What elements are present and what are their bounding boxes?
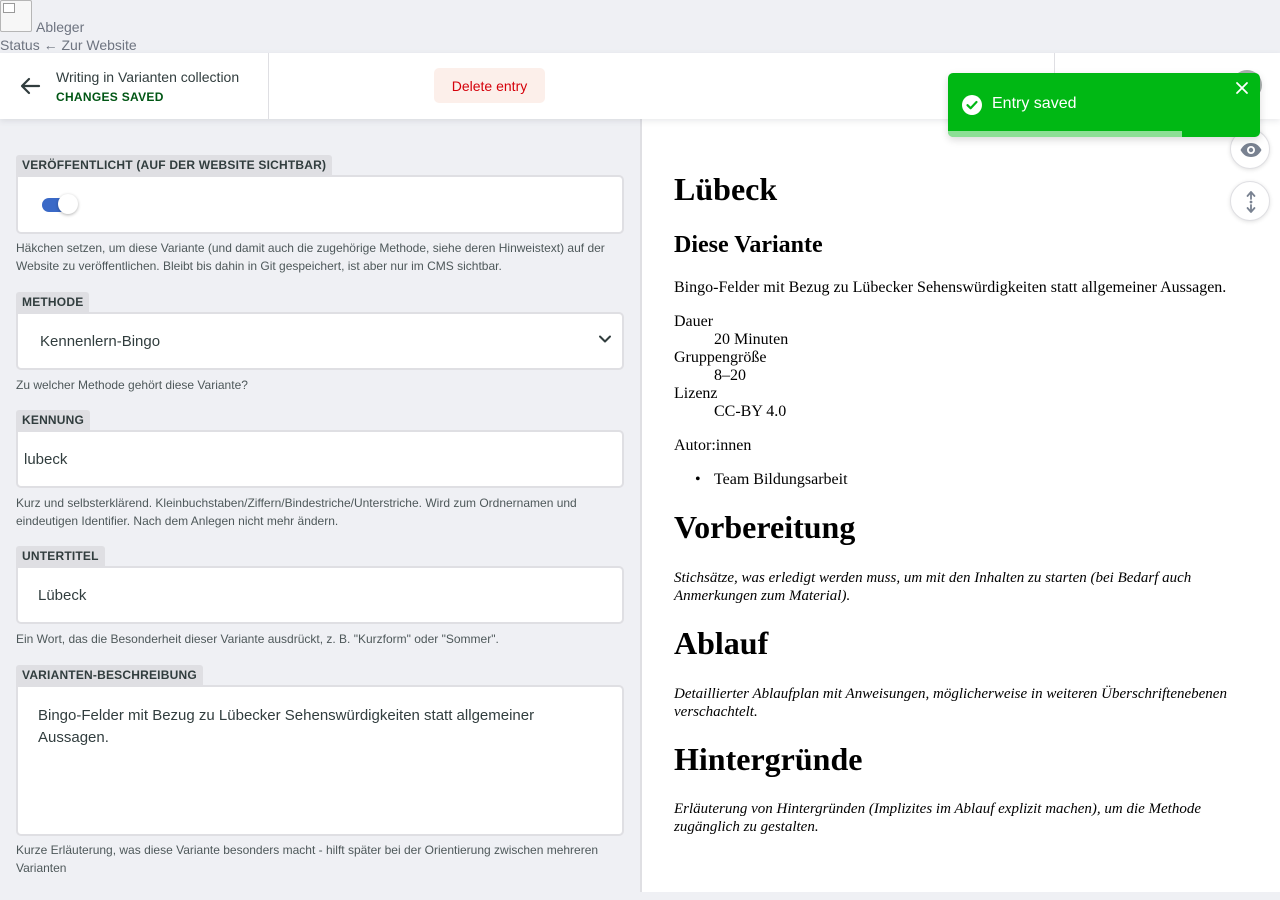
id-label: KENNUNG <box>16 410 91 430</box>
section-heading: Hintergründe <box>674 741 863 777</box>
meta-value: CC-BY 4.0 <box>714 403 787 420</box>
editor-pane: VERÖFFENTLICHT (AUF DER WEBSITE SICHTBAR… <box>0 119 640 892</box>
back-to-site-link[interactable]: ← Zur Website <box>44 37 137 53</box>
meta-term: Lizenz <box>674 385 718 402</box>
method-value: Kennenlern-Bingo <box>40 333 161 350</box>
published-hint: Häkchen setzen, um diese Variante (und d… <box>16 241 605 273</box>
chevron-down-icon <box>599 335 611 343</box>
status-line: Status ← Zur Website <box>0 37 137 53</box>
subtitle-label: UNTERTITEL <box>16 546 105 566</box>
method-label: METHODE <box>16 292 90 312</box>
preview-variant-text: Bingo-Felder mit Bezug zu Lübecker Sehen… <box>674 279 1227 296</box>
back-arrow-icon <box>20 77 41 95</box>
toast-notification: Entry saved <box>948 73 1260 137</box>
list-bullet: • <box>695 471 701 488</box>
id-input[interactable]: lubeck <box>16 430 624 488</box>
check-circle-icon <box>962 95 982 115</box>
section-text: Stichsätze, was erledigt werden muss, um… <box>674 570 1192 604</box>
authors-label: Autor:innen <box>674 437 752 454</box>
subtitle-hint: Ein Wort, das die Besonderheit dieser Va… <box>16 632 499 646</box>
preview-pane: Lübeck Diese Variante Bingo-Felder mit B… <box>642 119 1280 892</box>
delete-entry-button[interactable]: Delete entry <box>434 68 545 103</box>
meta-value: 8–20 <box>714 367 746 384</box>
sync-scroll-button[interactable] <box>1230 181 1270 221</box>
subtitle-input[interactable]: Lübeck <box>16 566 624 624</box>
collection-title: Writing in Varianten collection <box>56 69 240 85</box>
published-label: VERÖFFENTLICHT (AUF DER WEBSITE SICHTBAR… <box>16 155 333 175</box>
toast-message: Entry saved <box>992 95 1077 112</box>
back-button[interactable] <box>18 75 42 97</box>
subtitle-value: Lübeck <box>38 587 87 604</box>
site-header: Ableger Status ← Zur Website <box>0 0 1280 53</box>
meta-value: 20 Minuten <box>714 331 789 348</box>
description-value: Bingo-Felder mit Bezug zu Lübecker Sehen… <box>38 707 535 746</box>
section-text: Erläuterung von Hintergründen (Implizite… <box>674 801 1201 835</box>
id-hint: Kurz und selbsterklärend. Kleinbuchstabe… <box>16 496 577 528</box>
description-textarea[interactable]: Bingo-Felder mit Bezug zu Lübecker Sehen… <box>16 685 624 836</box>
toast-progress-bar <box>948 131 1182 137</box>
meta-term: Gruppengröße <box>674 349 767 366</box>
method-select[interactable]: Kennenlern-Bingo <box>16 312 624 370</box>
method-hint: Zu welcher Methode gehört diese Variante… <box>16 378 248 392</box>
published-field <box>16 175 624 234</box>
sync-scroll-icon <box>1246 191 1256 213</box>
meta-term: Dauer <box>674 313 714 330</box>
preview-title: Lübeck <box>674 171 778 207</box>
toggle-knob <box>58 194 78 214</box>
id-value: lubeck <box>24 451 68 468</box>
status-link[interactable]: Status <box>0 37 40 53</box>
eye-icon <box>1240 143 1262 157</box>
close-icon[interactable] <box>1235 81 1249 95</box>
description-label: VARIANTEN-BESCHREIBUNG <box>16 665 203 685</box>
section-heading: Vorbereitung <box>674 509 856 545</box>
author-item: Team Bildungsarbeit <box>714 471 848 488</box>
preview-variant-heading: Diese Variante <box>674 232 823 258</box>
bottom-strip <box>0 892 1280 900</box>
site-logo <box>0 0 32 32</box>
description-hint: Kurze Erläuterung, was diese Variante be… <box>16 843 599 875</box>
saved-status: CHANGES SAVED <box>56 90 164 104</box>
published-toggle[interactable] <box>40 193 80 214</box>
toolbar-divider <box>268 53 269 119</box>
section-heading: Ablauf <box>674 625 769 661</box>
section-text: Detaillierter Ablaufplan mit Anweisungen… <box>674 686 1227 720</box>
site-name: Ableger <box>36 19 85 35</box>
